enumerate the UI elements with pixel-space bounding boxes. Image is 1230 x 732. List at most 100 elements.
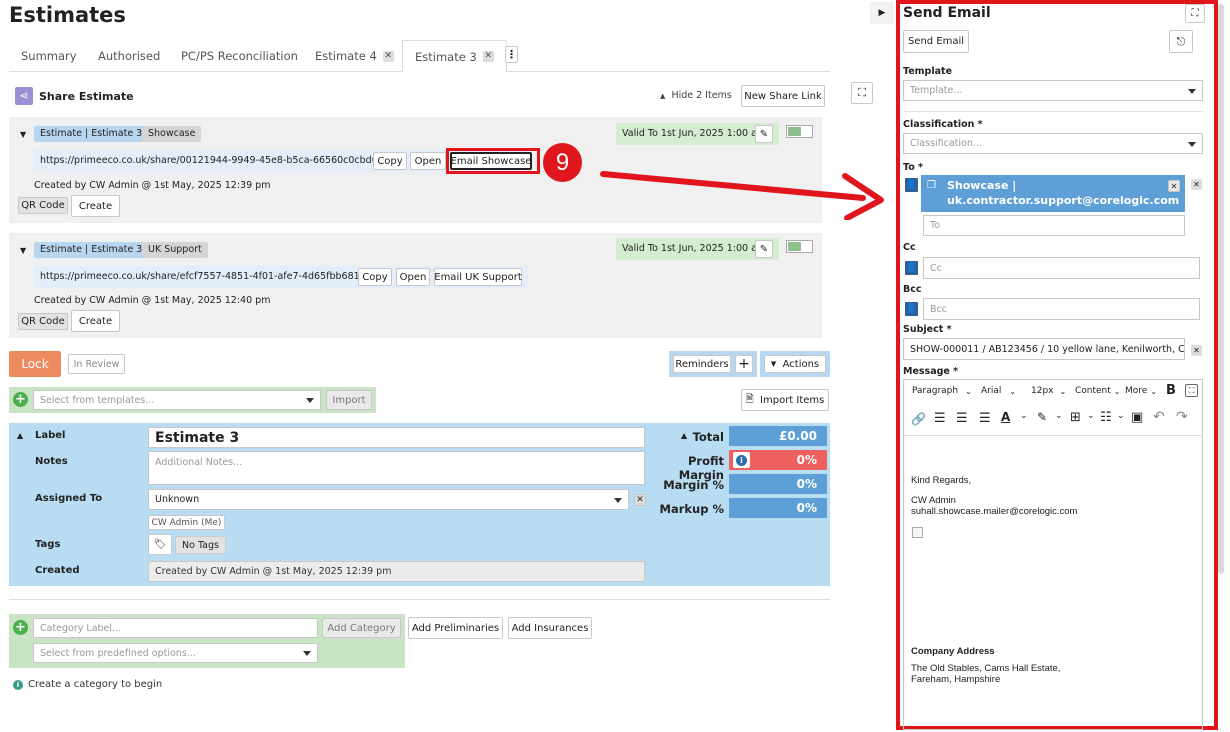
notes-caption: Notes (35, 456, 68, 467)
category-label-input[interactable]: Category Label... (33, 618, 318, 638)
edit-validity-button[interactable]: ✎ (755, 240, 773, 258)
bold-button[interactable]: B (1166, 383, 1176, 398)
email-uk-support-button[interactable]: Email UK Support (434, 268, 522, 286)
caret-down-icon (1188, 141, 1196, 147)
contact-icon[interactable]: 👤 (905, 178, 918, 192)
share-url-text: https://primeeco.co.uk/share/00121944-99… (40, 155, 384, 166)
chevron-down-icon[interactable]: ⌄ (1087, 411, 1095, 421)
link-icon[interactable]: 🔗 (911, 412, 926, 426)
remove-recipient-button[interactable]: ✕ (1168, 180, 1180, 192)
open-button[interactable]: Open (396, 268, 430, 286)
create-qr-button[interactable]: Create (71, 195, 120, 217)
subject-input[interactable]: SHOW-000011 / AB123456 / 10 yellow lane,… (903, 338, 1185, 360)
close-icon[interactable]: ✕ (382, 50, 394, 62)
qr-code-button[interactable]: QR Code (18, 313, 68, 330)
margin-label: Margin % (663, 478, 724, 492)
add-reminder-button[interactable]: + (735, 355, 753, 373)
to-label: To * (903, 162, 924, 173)
align-center-icon[interactable]: ☰ (956, 411, 968, 426)
info-icon[interactable]: i (733, 452, 750, 468)
hide-items-toggle[interactable]: ▲ Hide 2 Items (660, 90, 732, 101)
image-icon[interactable]: ▣ (1131, 410, 1143, 425)
create-qr-button[interactable]: Create (71, 310, 120, 332)
table-icon[interactable]: ⊞ (1070, 410, 1081, 425)
message-label: Message * (903, 366, 959, 377)
panel-fullscreen-button[interactable]: ⛶ (1185, 4, 1205, 23)
contact-icon[interactable]: 👤 (905, 302, 918, 316)
new-share-link-button[interactable]: New Share Link (741, 85, 825, 107)
clear-subject-button[interactable]: ✕ (1191, 345, 1202, 356)
clear-to-button[interactable]: ✕ (1191, 179, 1202, 190)
collapse-up-icon[interactable]: ▲ (681, 431, 687, 440)
tag-button[interactable]: 🏷 (148, 534, 172, 555)
actions-button[interactable]: ▼ Actions (764, 355, 826, 373)
assigned-select[interactable]: Unknown (148, 489, 629, 510)
in-review-button[interactable]: In Review (68, 354, 125, 374)
panel-toggle[interactable]: ▶ (870, 2, 894, 24)
add-category-button[interactable]: Add Category (322, 618, 401, 638)
tab-estimate-3[interactable]: Estimate 3 ✕ (402, 40, 507, 73)
label-input[interactable]: Estimate 3 (148, 427, 645, 448)
open-button[interactable]: Open (410, 152, 446, 170)
tab-pcps-reconciliation[interactable]: PC/PS Reconciliation (181, 40, 298, 72)
list-icon[interactable]: ☷ (1100, 410, 1112, 425)
template-select[interactable]: Template... (903, 80, 1203, 101)
undo-icon[interactable]: ↶ (1153, 409, 1165, 425)
chevron-down-icon[interactable]: ⌄ (1020, 411, 1028, 421)
import-button[interactable]: Import (326, 390, 372, 410)
add-icon: + (13, 620, 28, 635)
align-left-icon[interactable]: ☰ (934, 411, 946, 426)
send-email-button[interactable]: Send Email (903, 30, 969, 53)
share-active-toggle[interactable] (786, 125, 813, 138)
chevron-down-icon[interactable]: ⌄ (1117, 411, 1125, 421)
lock-button[interactable]: Lock (9, 351, 61, 377)
tab-menu-button[interactable]: ⋮ (505, 46, 518, 63)
label-caption: Label (35, 430, 66, 441)
collapse-icon[interactable]: ▼ (20, 246, 26, 255)
collapse-up-icon[interactable]: ▲ (17, 431, 23, 440)
attach-button[interactable]: ⎋ (1169, 30, 1193, 53)
assign-me-chip[interactable]: CW Admin (Me) (148, 515, 225, 530)
collapse-icon[interactable]: ▼ (20, 130, 26, 139)
import-items-button[interactable]: 🗎 Import Items (741, 389, 829, 411)
cc-label: Cc (903, 242, 916, 253)
caret-down-icon: ▼ (770, 360, 777, 368)
font-select[interactable]: Arial ⌄ (981, 386, 1016, 396)
copy-button[interactable]: Copy (358, 268, 392, 286)
font-size-select[interactable]: 12px ⌄ (1031, 386, 1066, 396)
add-insurances-button[interactable]: Add Insurances (508, 617, 592, 639)
content-menu[interactable]: Content ⌄ (1075, 386, 1121, 396)
add-preliminaries-button[interactable]: Add Preliminaries (408, 617, 503, 639)
bcc-input[interactable]: Bcc (923, 298, 1200, 320)
classification-select[interactable]: Classification... (903, 133, 1203, 154)
cc-input[interactable]: Cc (923, 257, 1200, 279)
chevron-down-icon[interactable]: ⌄ (1055, 411, 1063, 421)
redo-icon[interactable]: ↷ (1176, 409, 1188, 425)
editor-toolbar-divider (904, 435, 1202, 436)
fullscreen-button[interactable]: ⛶ (851, 82, 873, 104)
tab-authorised[interactable]: Authorised (98, 40, 160, 72)
panel-scrollbar[interactable] (1218, 4, 1224, 574)
share-recipient-badge: UK Support (142, 242, 208, 258)
copy-button[interactable]: Copy (373, 152, 407, 170)
highlight-icon[interactable]: ✎ (1037, 410, 1047, 424)
tab-summary[interactable]: Summary (21, 40, 77, 72)
to-input[interactable]: To (923, 215, 1185, 236)
edit-validity-button[interactable]: ✎ (755, 125, 773, 143)
reminders-button[interactable]: Reminders (673, 355, 731, 373)
predefined-select[interactable]: Select from predefined options... (33, 643, 318, 663)
close-icon[interactable]: ✕ (482, 51, 494, 62)
more-menu[interactable]: More ⌄ (1125, 386, 1157, 396)
editor-fullscreen-button[interactable]: ⛶ (1185, 384, 1198, 397)
qr-code-button[interactable]: QR Code (18, 197, 68, 214)
chevron-down-icon: ⌄ (964, 386, 972, 396)
align-right-icon[interactable]: ☰ (979, 411, 991, 426)
tab-estimate-4[interactable]: Estimate 4 ✕ (315, 40, 394, 72)
paragraph-select[interactable]: Paragraph ⌄ (912, 386, 972, 396)
notes-textarea[interactable]: Additional Notes... (148, 451, 645, 485)
info-icon: i (13, 680, 23, 690)
contact-icon[interactable]: 👤 (905, 261, 918, 275)
text-color-icon[interactable]: A (1001, 410, 1010, 424)
share-active-toggle[interactable] (786, 240, 813, 253)
template-select[interactable]: Select from templates... (33, 390, 321, 410)
